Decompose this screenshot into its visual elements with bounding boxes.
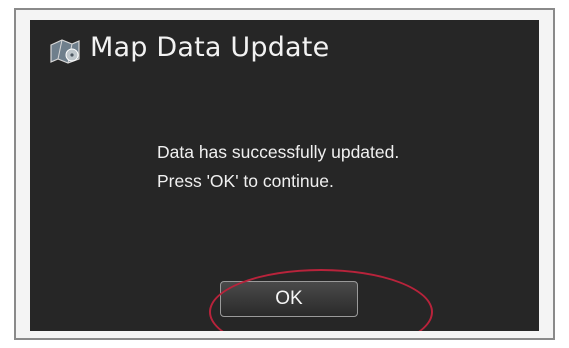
- message-line-1: Data has successfully updated.: [157, 142, 400, 162]
- ok-button[interactable]: OK: [220, 281, 358, 317]
- map-disc-icon: [48, 36, 82, 66]
- dialog-screen: Map Data Update Data has successfully up…: [30, 20, 539, 331]
- dialog-title: Map Data Update: [90, 32, 330, 63]
- dialog-title-bar: Map Data Update: [30, 20, 539, 80]
- message-line-2: Press 'OK' to continue.: [157, 171, 334, 191]
- dialog-message: Data has successfully updated. Press 'OK…: [157, 138, 399, 196]
